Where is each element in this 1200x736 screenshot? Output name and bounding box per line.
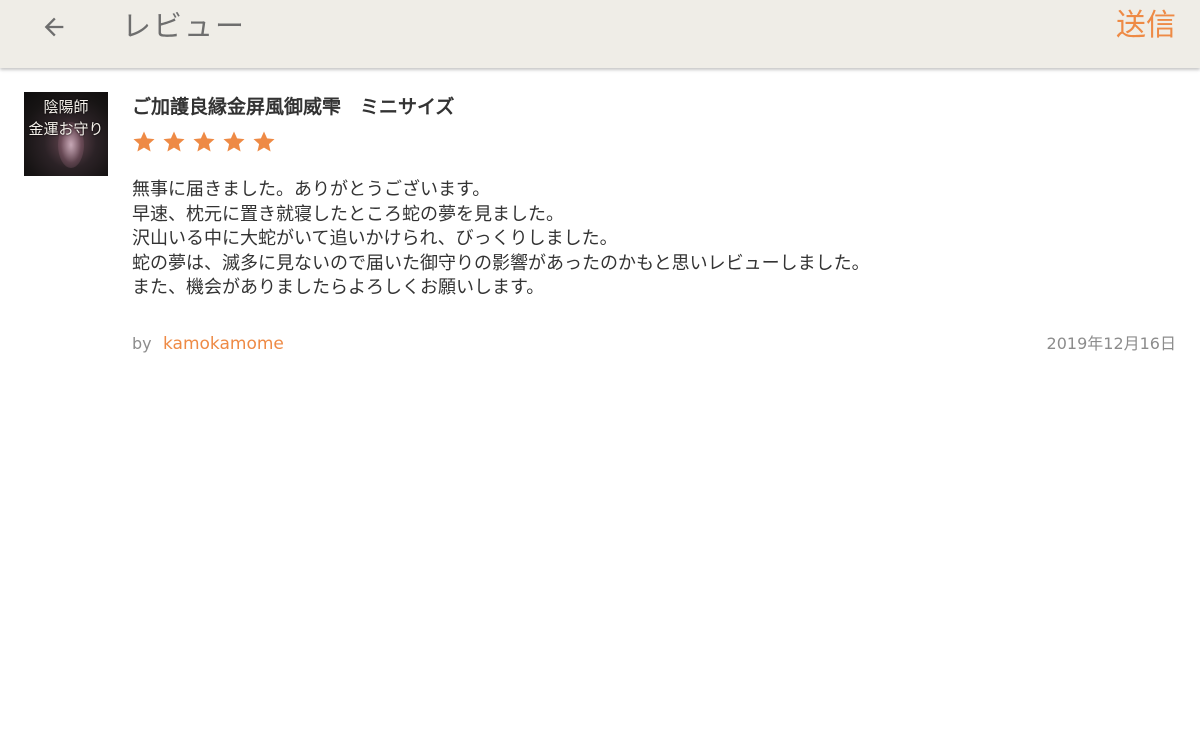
review-text-line: また、機会がありましたらよろしくお願いします。 [132,277,545,298]
arrow-left-icon [44,17,64,37]
review-text-line: 早速、枕元に置き就寝したところ蛇の夢を見ました。 [132,203,564,225]
review-content: ご加護良縁金屏風御威雫 ミニサイズ 無事に届きました。ありがとうございます。早速… [132,94,1176,301]
star-icon [223,131,245,152]
review-date: 2019年12月16日 [1046,334,1176,353]
app-bar: レビュー 送信 [0,0,1200,68]
star-icon [193,131,215,152]
star-icon [133,131,155,152]
page-title: レビュー [122,9,247,43]
star-rating [132,130,1176,156]
send-button[interactable]: 送信 [1116,6,1176,46]
review-text-line: 沢山いる中に大蛇がいて追いかけられ、びっくりしました。 [132,228,618,249]
star-icon [253,131,275,152]
review-text-line: 無事に届きました。ありがとうございます。 [132,179,491,200]
product-title: ご加護良縁金屏風御威雫 ミニサイズ [132,96,455,118]
thumbnail-text-line1: 陰陽師 [43,98,89,116]
star-icon [163,131,185,152]
thumbnail-text-line2: 金運お守り [28,120,104,138]
author-link[interactable]: kamokamome [163,334,284,354]
review-meta: by kamokamome 2019年12月16日 [132,334,1176,356]
back-button[interactable] [30,6,78,48]
product-thumbnail[interactable]: 陰陽師 金運お守り [24,92,108,176]
review-text-line: 蛇の夢は、滅多に見ないので届いた御守りの影響があったのかもと思いレビューしました… [132,252,870,274]
by-label: by [132,334,152,353]
review-text: 無事に届きました。ありがとうございます。早速、枕元に置き就寝したところ蛇の夢を見… [132,178,1176,301]
